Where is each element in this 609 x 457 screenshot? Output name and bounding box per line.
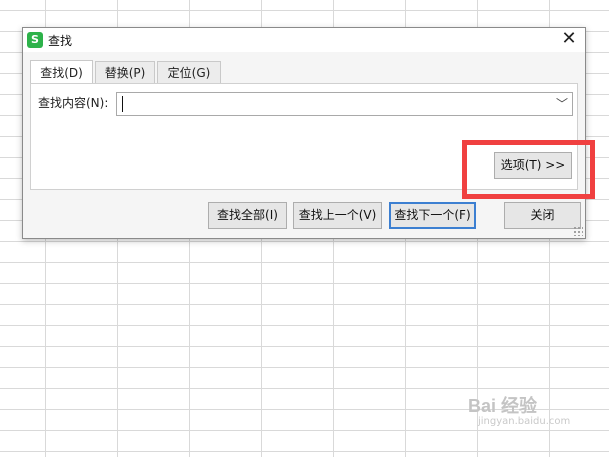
resize-grip-icon[interactable] [573,226,583,236]
options-button[interactable]: 选项(T) >> [494,152,572,179]
find-next-button[interactable]: 查找下一个(F) [389,202,476,229]
chevron-down-icon[interactable]: ﹀ [556,95,568,112]
find-all-button[interactable]: 查找全部(I) [208,202,287,229]
wps-spreadsheet-icon: S [27,32,43,48]
baidu-watermark: Bai 经验 jingyan.baidu.com [468,392,570,427]
tab-goto[interactable]: 定位(G) [157,61,221,83]
find-content-input[interactable]: ﹀ [116,92,573,116]
find-dialog: S 查找 ✕ 查找(D) 替换(P) 定位(G) 查找内容(N): ﹀ 选项(T… [22,27,586,239]
find-previous-button[interactable]: 查找上一个(V) [293,202,382,229]
watermark-url: jingyan.baidu.com [478,416,571,427]
text-caret [122,96,123,112]
dialog-title: 查找 [48,34,73,48]
find-panel: 查找内容(N): ﹀ 选项(T) >> [30,83,578,190]
close-icon[interactable]: ✕ [559,29,579,49]
close-button[interactable]: 关闭 [504,202,581,229]
tab-replace[interactable]: 替换(P) [95,61,155,83]
watermark-brand: Bai 经验 [468,396,538,416]
find-content-label: 查找内容(N): [38,96,109,110]
tab-find[interactable]: 查找(D) [30,60,93,84]
dialog-titlebar[interactable]: S 查找 ✕ [23,28,585,52]
